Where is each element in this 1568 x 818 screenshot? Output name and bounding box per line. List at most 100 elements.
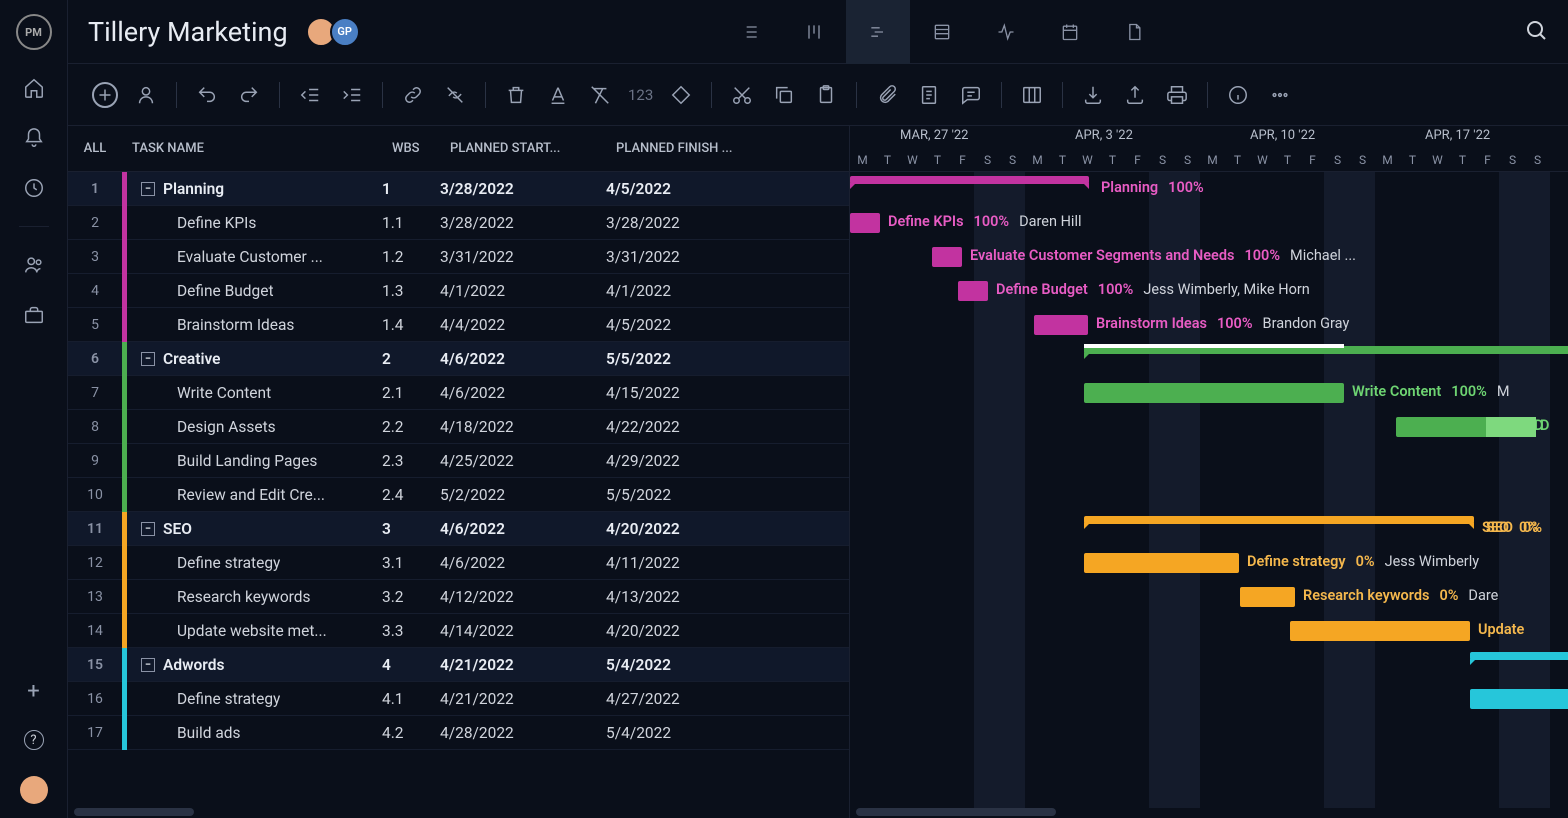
task-row[interactable]: 13Research keywords3.24/12/20224/13/2022 — [68, 580, 849, 614]
task-row[interactable]: 16Define strategy4.14/21/20224/27/2022 — [68, 682, 849, 716]
notes-icon[interactable] — [915, 81, 943, 109]
gantt-bar[interactable] — [1290, 621, 1470, 641]
gantt-bar[interactable] — [932, 247, 962, 267]
gantt-row[interactable]: Brainstorm Ideas100%Brandon Gray — [850, 308, 1568, 342]
task-row[interactable]: 6−Creative24/6/20225/5/2022 — [68, 342, 849, 376]
gantt-row[interactable]: Planning100% — [850, 172, 1568, 206]
col-start[interactable]: PLANNED START... — [440, 141, 606, 156]
redo-icon[interactable] — [235, 81, 263, 109]
col-finish[interactable]: PLANNED FINISH ... — [606, 141, 849, 156]
add-icon[interactable]: + — [27, 679, 39, 704]
task-row[interactable]: 7Write Content2.14/6/20224/15/2022 — [68, 376, 849, 410]
task-row[interactable]: 11−SEO34/6/20224/20/2022 — [68, 512, 849, 546]
gantt-row[interactable]: Update — [850, 614, 1568, 648]
task-row[interactable]: 8Design Assets2.24/18/20224/22/2022 — [68, 410, 849, 444]
comment-icon[interactable] — [957, 81, 985, 109]
columns-icon[interactable] — [1018, 81, 1046, 109]
export-icon[interactable] — [1121, 81, 1149, 109]
gantt-bar[interactable] — [958, 281, 988, 301]
app-logo[interactable]: PM — [16, 14, 52, 50]
people-icon[interactable] — [22, 253, 46, 277]
gantt-view-icon[interactable] — [846, 0, 910, 64]
task-row[interactable]: 4Define Budget1.34/1/20224/1/2022 — [68, 274, 849, 308]
home-icon[interactable] — [22, 76, 46, 100]
more-icon[interactable] — [1266, 81, 1294, 109]
task-row[interactable]: 3Evaluate Customer ...1.23/31/20223/31/2… — [68, 240, 849, 274]
collapse-icon[interactable]: − — [141, 352, 155, 366]
help-icon[interactable]: ? — [24, 730, 44, 750]
clear-format-icon[interactable] — [586, 81, 614, 109]
gantt-row[interactable] — [850, 716, 1568, 750]
gantt-bar[interactable] — [1240, 587, 1295, 607]
collapse-icon[interactable]: − — [141, 182, 155, 196]
gantt-row[interactable]: Define strategy0%Jess Wimberly — [850, 546, 1568, 580]
gantt-row[interactable]: Define KPIs100%Daren Hill — [850, 206, 1568, 240]
search-icon[interactable] — [1524, 18, 1548, 46]
cut-icon[interactable] — [728, 81, 756, 109]
collapse-icon[interactable]: − — [141, 658, 155, 672]
col-all[interactable]: ALL — [68, 141, 122, 156]
gantt-row[interactable] — [850, 444, 1568, 478]
gantt-row[interactable] — [850, 342, 1568, 376]
gantt-bar[interactable] — [1084, 553, 1239, 573]
gantt-row[interactable]: Evaluate Customer Segments and Needs100%… — [850, 240, 1568, 274]
calendar-view-icon[interactable] — [1038, 0, 1102, 64]
undo-icon[interactable] — [193, 81, 221, 109]
board-view-icon[interactable] — [782, 0, 846, 64]
gantt-bar[interactable] — [1034, 315, 1088, 335]
gantt-bar[interactable] — [850, 213, 880, 233]
attachment-icon[interactable] — [873, 81, 901, 109]
h-scrollbar[interactable] — [68, 808, 849, 818]
col-wbs[interactable]: WBS — [382, 141, 440, 156]
col-name[interactable]: TASK NAME — [122, 141, 382, 156]
import-icon[interactable] — [1079, 81, 1107, 109]
task-row[interactable]: 12Define strategy3.14/6/20224/11/2022 — [68, 546, 849, 580]
collapse-icon[interactable]: − — [141, 522, 155, 536]
task-row[interactable]: 5Brainstorm Ideas1.44/4/20224/5/2022 — [68, 308, 849, 342]
task-row[interactable]: 1−Planning13/28/20224/5/2022 — [68, 172, 849, 206]
gantt-row[interactable] — [850, 682, 1568, 716]
diamond-icon[interactable] — [667, 81, 695, 109]
paste-icon[interactable] — [812, 81, 840, 109]
gantt-bar[interactable] — [1470, 689, 1568, 709]
trash-icon[interactable] — [502, 81, 530, 109]
clock-icon[interactable] — [22, 176, 46, 200]
sheet-view-icon[interactable] — [910, 0, 974, 64]
copy-icon[interactable] — [770, 81, 798, 109]
activity-view-icon[interactable] — [974, 0, 1038, 64]
user-avatar[interactable] — [20, 776, 48, 804]
gantt-bar[interactable] — [850, 176, 1089, 184]
task-row[interactable]: 15−Adwords44/21/20225/4/2022 — [68, 648, 849, 682]
files-view-icon[interactable] — [1102, 0, 1166, 64]
unlink-icon[interactable] — [441, 81, 469, 109]
task-row[interactable]: 9Build Landing Pages2.34/25/20224/29/202… — [68, 444, 849, 478]
task-row[interactable]: 10Review and Edit Cre...2.45/2/20225/5/2… — [68, 478, 849, 512]
gantt-bar[interactable] — [1084, 516, 1474, 524]
outdent-icon[interactable] — [296, 81, 324, 109]
task-row[interactable]: 2Define KPIs1.13/28/20223/28/2022 — [68, 206, 849, 240]
info-icon[interactable] — [1224, 81, 1252, 109]
task-row[interactable]: 14Update website met...3.34/14/20224/20/… — [68, 614, 849, 648]
gantt-row[interactable]: Research keywords0%Dare — [850, 580, 1568, 614]
assign-icon[interactable] — [132, 81, 160, 109]
gantt-row[interactable]: SEO0%SEO0% — [850, 512, 1568, 546]
member-avatars[interactable]: GP — [306, 17, 360, 47]
bell-icon[interactable] — [22, 126, 46, 150]
gantt-row[interactable] — [850, 648, 1568, 682]
gantt-row[interactable]: Write Content100%M — [850, 376, 1568, 410]
briefcase-icon[interactable] — [22, 303, 46, 327]
h-scrollbar-gantt[interactable] — [850, 808, 1568, 818]
add-task-button[interactable] — [92, 82, 118, 108]
print-icon[interactable] — [1163, 81, 1191, 109]
list-view-icon[interactable] — [718, 0, 782, 64]
gantt-bar[interactable] — [1470, 652, 1568, 660]
avatar[interactable]: GP — [330, 17, 360, 47]
task-row[interactable]: 17Build ads4.24/28/20225/4/2022 — [68, 716, 849, 750]
indent-icon[interactable] — [338, 81, 366, 109]
gantt-row[interactable] — [850, 478, 1568, 512]
gantt-row[interactable]: Define Budget100%Jess Wimberly, Mike Hor… — [850, 274, 1568, 308]
gantt-bar[interactable] — [1084, 383, 1344, 403]
link-icon[interactable] — [399, 81, 427, 109]
gantt-body[interactable]: Planning100%Define KPIs100%Daren HillEva… — [850, 172, 1568, 808]
gantt-row[interactable]: DD — [850, 410, 1568, 444]
